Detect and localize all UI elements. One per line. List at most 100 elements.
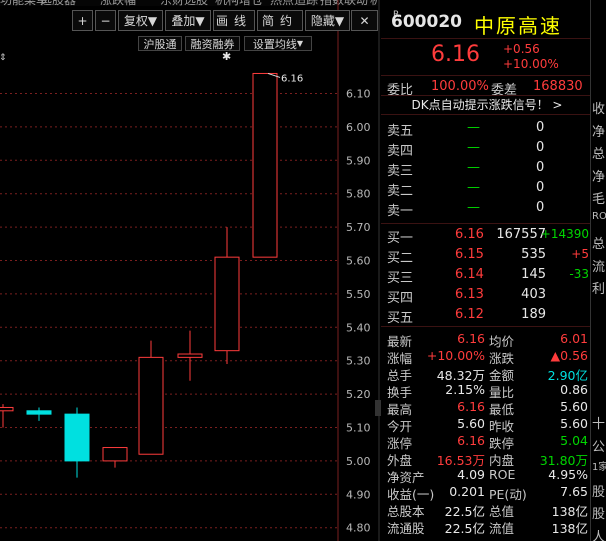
hk-connect-button[interactable]: 沪股通 [138, 36, 182, 51]
ask-label: 卖二 [387, 184, 414, 199]
candle [102, 447, 128, 468]
candle-body [177, 353, 203, 358]
stat-value: 5.60 [560, 416, 588, 431]
bid-row[interactable]: 买一 6.16 167557 +14390 [381, 227, 591, 247]
stat-value: 6.16 [457, 433, 485, 448]
zoom-out-button[interactable]: − [95, 10, 116, 31]
stat-value: 22.5亿 [444, 521, 485, 536]
stat-label: 总股本 [387, 504, 425, 519]
ask-price: — [467, 120, 480, 135]
stat-label: 今开 [387, 419, 413, 434]
candle [26, 407, 52, 421]
draw-line-button[interactable]: 画线 [213, 10, 255, 31]
stat-label: 最低 [489, 402, 515, 417]
bid-price: 6.14 [455, 267, 484, 282]
stat-value: 5.60 [560, 399, 588, 414]
candle [138, 340, 164, 455]
bid-delta: +14390 [540, 227, 589, 241]
y-tick-label: 6.00 [346, 121, 371, 134]
ask-row[interactable]: 卖二 — 0 [381, 180, 591, 200]
stat-value: 48.32万 [436, 368, 485, 383]
margin-trading-button[interactable]: 融资融券 [185, 36, 240, 51]
bid-label: 买二 [387, 251, 414, 266]
y-tick-label: 5.60 [346, 255, 371, 268]
ask-row[interactable]: 卖五 — 0 [381, 120, 591, 140]
hide-dropdown[interactable]: 隐藏 ▼ [305, 10, 350, 31]
ask-bid-divider [381, 223, 591, 224]
overlay-dropdown[interactable]: 叠加 ▼ [165, 10, 211, 31]
bid-volume: 535 [521, 247, 546, 262]
ask-volume: 0 [536, 180, 545, 195]
bid-price: 6.15 [455, 247, 484, 262]
header-divider [381, 38, 591, 39]
candle [0, 404, 14, 428]
stat-label: 昨收 [489, 419, 515, 434]
right-column-label: 总 [592, 237, 606, 252]
candle-body [64, 413, 90, 462]
ask-price: — [467, 200, 480, 215]
brief-mode-button[interactable]: 简约 [257, 10, 303, 31]
ask-row[interactable]: 卖三 — 0 [381, 160, 591, 180]
ma-settings-dropdown[interactable]: 设置均线 ▼ [244, 36, 312, 51]
header-divider [381, 75, 591, 76]
zoom-in-button[interactable]: + [72, 10, 93, 31]
quote-panel: R 600020 中原高速 6.16 +0.56 +10.00% 委比 100.… [381, 0, 591, 541]
dropdown-arrow-icon: ▼ [296, 39, 304, 48]
candle [214, 227, 240, 365]
candle-body [252, 72, 278, 258]
right-column-label: 利 [592, 282, 606, 297]
bid-row[interactable]: 买三 6.14 145 -33 [381, 267, 591, 287]
stat-label: 均价 [489, 334, 515, 349]
candle [177, 330, 203, 381]
ask-label: 卖一 [387, 204, 414, 219]
chart-subbar: 沪股通 融资融券 设置均线 ▼ [0, 36, 378, 52]
candle-body [102, 447, 128, 462]
stat-value: 138亿 [551, 504, 588, 519]
bid-row[interactable]: 买二 6.15 535 +5 [381, 247, 591, 267]
stat-label: 总值 [489, 504, 515, 519]
y-axis-labels: 6.10 6.00 5.90 5.80 5.70 5.60 5.50 5.40 5.30 5.20… [346, 88, 371, 535]
close-panel-button[interactable]: ✕ [351, 10, 378, 31]
stat-value: 5.60 [457, 416, 485, 431]
candlesticks [0, 72, 278, 478]
kline-chart[interactable]: 6.10 6.00 5.90 5.80 5.70 5.60 5.50 5.40 5.30 5.20… [0, 0, 378, 541]
restore-rights-dropdown[interactable]: 复权 ▼ [118, 10, 163, 31]
bid-row[interactable]: 买四 6.13 403 [381, 287, 591, 307]
panel-divider [378, 0, 380, 541]
right-column-label: 股 [592, 484, 606, 500]
bid-price: 6.13 [455, 287, 484, 302]
stat-value: 22.5亿 [444, 504, 485, 519]
right-column-label: 收 [592, 102, 606, 117]
ma-settings-label: 设置均线 [252, 37, 297, 51]
ask-row[interactable]: 卖四 — 0 [381, 140, 591, 160]
bid-row[interactable]: 买五 6.12 189 [381, 307, 591, 327]
overlay-label: 叠加 [171, 14, 196, 28]
bid-delta: -33 [569, 267, 589, 281]
change-percent: +10.00% [503, 57, 559, 71]
ask-label: 卖四 [387, 144, 414, 159]
restore-label: 复权 [123, 14, 148, 28]
right-column-label: 净 [592, 169, 606, 185]
price-change: +0.56 +10.00% [503, 42, 559, 72]
stat-value: 2.15% [445, 382, 485, 397]
stock-name: 中原高速 [474, 14, 562, 38]
dropdown-arrow-icon: ▼ [195, 13, 205, 28]
bid-price: 6.12 [455, 307, 484, 322]
stat-value: 5.04 [560, 433, 588, 448]
hide-label: 隐藏 [310, 14, 335, 28]
bid-volume: 145 [521, 267, 546, 282]
stat-value: 4.95% [548, 467, 588, 482]
stat-label: 跌停 [489, 436, 515, 451]
stat-value: 0.86 [560, 382, 588, 397]
right-column-label: 1家 [592, 462, 606, 473]
webi-value: 100.00% [431, 79, 489, 94]
bid-volume: 167557 [496, 227, 546, 242]
y-tick-label: 5.30 [346, 355, 371, 368]
stat-label: 换手 [387, 385, 413, 400]
right-info-column: 收净总净毛RO总流利十公1家股股人20 [590, 0, 606, 541]
dk-signal-link[interactable]: DK点自动提示涨跌信号！ > [387, 96, 587, 113]
y-tick-label: 6.10 [346, 88, 371, 101]
stat-label: ROE [489, 467, 516, 482]
ask-row[interactable]: 卖一 — 0 [381, 200, 591, 220]
y-tick-label: 4.90 [346, 488, 371, 501]
